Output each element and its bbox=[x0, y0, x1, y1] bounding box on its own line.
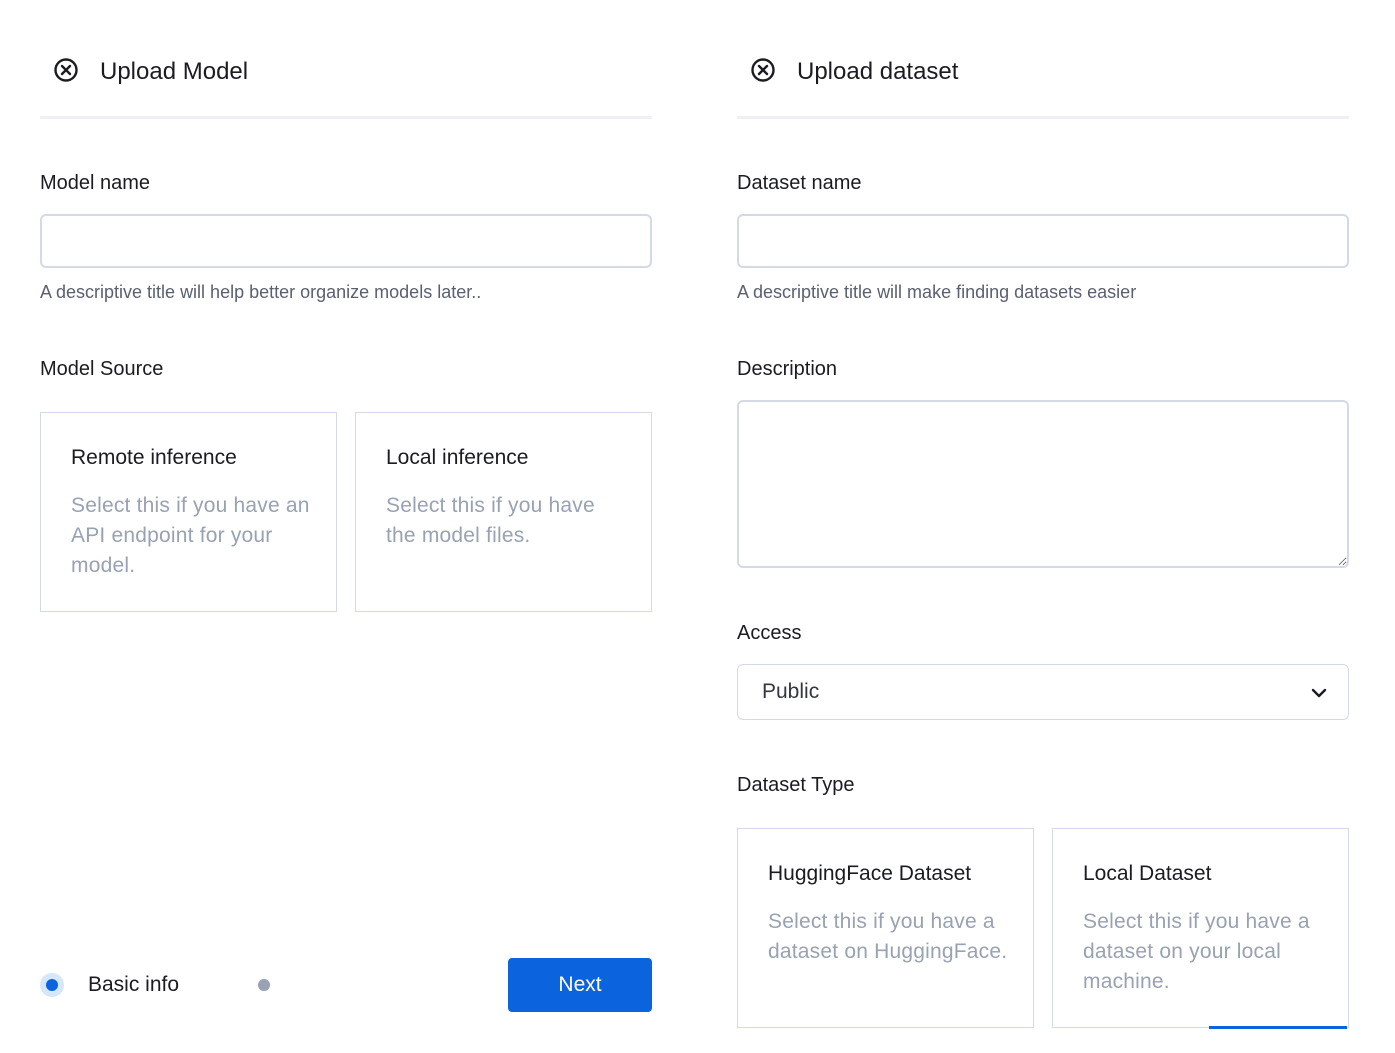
description-textarea[interactable] bbox=[737, 400, 1349, 568]
card-description: Select this if you have a dataset on you… bbox=[1083, 910, 1310, 993]
model-name-label: Model name bbox=[40, 172, 151, 194]
upload-dataset-panel: Upload dataset Dataset name A descriptiv… bbox=[737, 0, 1349, 1053]
access-label: Access bbox=[737, 622, 802, 644]
model-name-input[interactable] bbox=[40, 214, 652, 268]
access-select[interactable]: Public bbox=[737, 664, 1349, 720]
step-indicator-active bbox=[40, 973, 64, 997]
model-source-label: Model Source bbox=[40, 358, 164, 380]
card-description: Select this if you have the model files. bbox=[386, 494, 595, 547]
chevron-down-icon bbox=[1311, 688, 1327, 698]
upload-dataset-header: Upload dataset bbox=[737, 0, 1349, 119]
card-title: Local inference bbox=[386, 446, 529, 469]
access-selected-value: Public bbox=[762, 680, 820, 703]
step-indicator-inactive bbox=[258, 979, 270, 991]
page-title: Upload dataset bbox=[797, 58, 959, 85]
model-name-help-text: A descriptive title will help better org… bbox=[40, 282, 482, 302]
card-title: Local Dataset bbox=[1083, 862, 1212, 885]
upload-model-header: Upload Model bbox=[40, 0, 652, 119]
close-icon[interactable] bbox=[53, 57, 79, 83]
close-icon[interactable] bbox=[750, 57, 776, 83]
huggingface-dataset-card[interactable]: HuggingFace Dataset Select this if you h… bbox=[737, 828, 1034, 1028]
card-description: Select this if you have an API endpoint … bbox=[71, 494, 310, 577]
card-description: Select this if you have a dataset on Hug… bbox=[768, 910, 1008, 963]
dataset-name-help-text: A descriptive title will make finding da… bbox=[737, 282, 1137, 302]
button-edge-accent bbox=[1209, 1026, 1347, 1029]
dataset-name-label: Dataset name bbox=[737, 172, 862, 194]
card-title: Remote inference bbox=[71, 446, 237, 469]
remote-inference-card[interactable]: Remote inference Select this if you have… bbox=[40, 412, 337, 612]
dataset-type-label: Dataset Type bbox=[737, 774, 855, 796]
next-button[interactable]: Next bbox=[508, 958, 652, 1012]
card-title: HuggingFace Dataset bbox=[768, 862, 972, 885]
step-label-basic-info: Basic info bbox=[88, 973, 180, 996]
upload-model-panel: Upload Model Model name A descriptive ti… bbox=[40, 0, 652, 1053]
page-title: Upload Model bbox=[100, 58, 249, 85]
dataset-name-input[interactable] bbox=[737, 214, 1349, 268]
local-inference-card[interactable]: Local inference Select this if you have … bbox=[355, 412, 652, 612]
local-dataset-card[interactable]: Local Dataset Select this if you have a … bbox=[1052, 828, 1349, 1028]
description-label: Description bbox=[737, 358, 838, 380]
